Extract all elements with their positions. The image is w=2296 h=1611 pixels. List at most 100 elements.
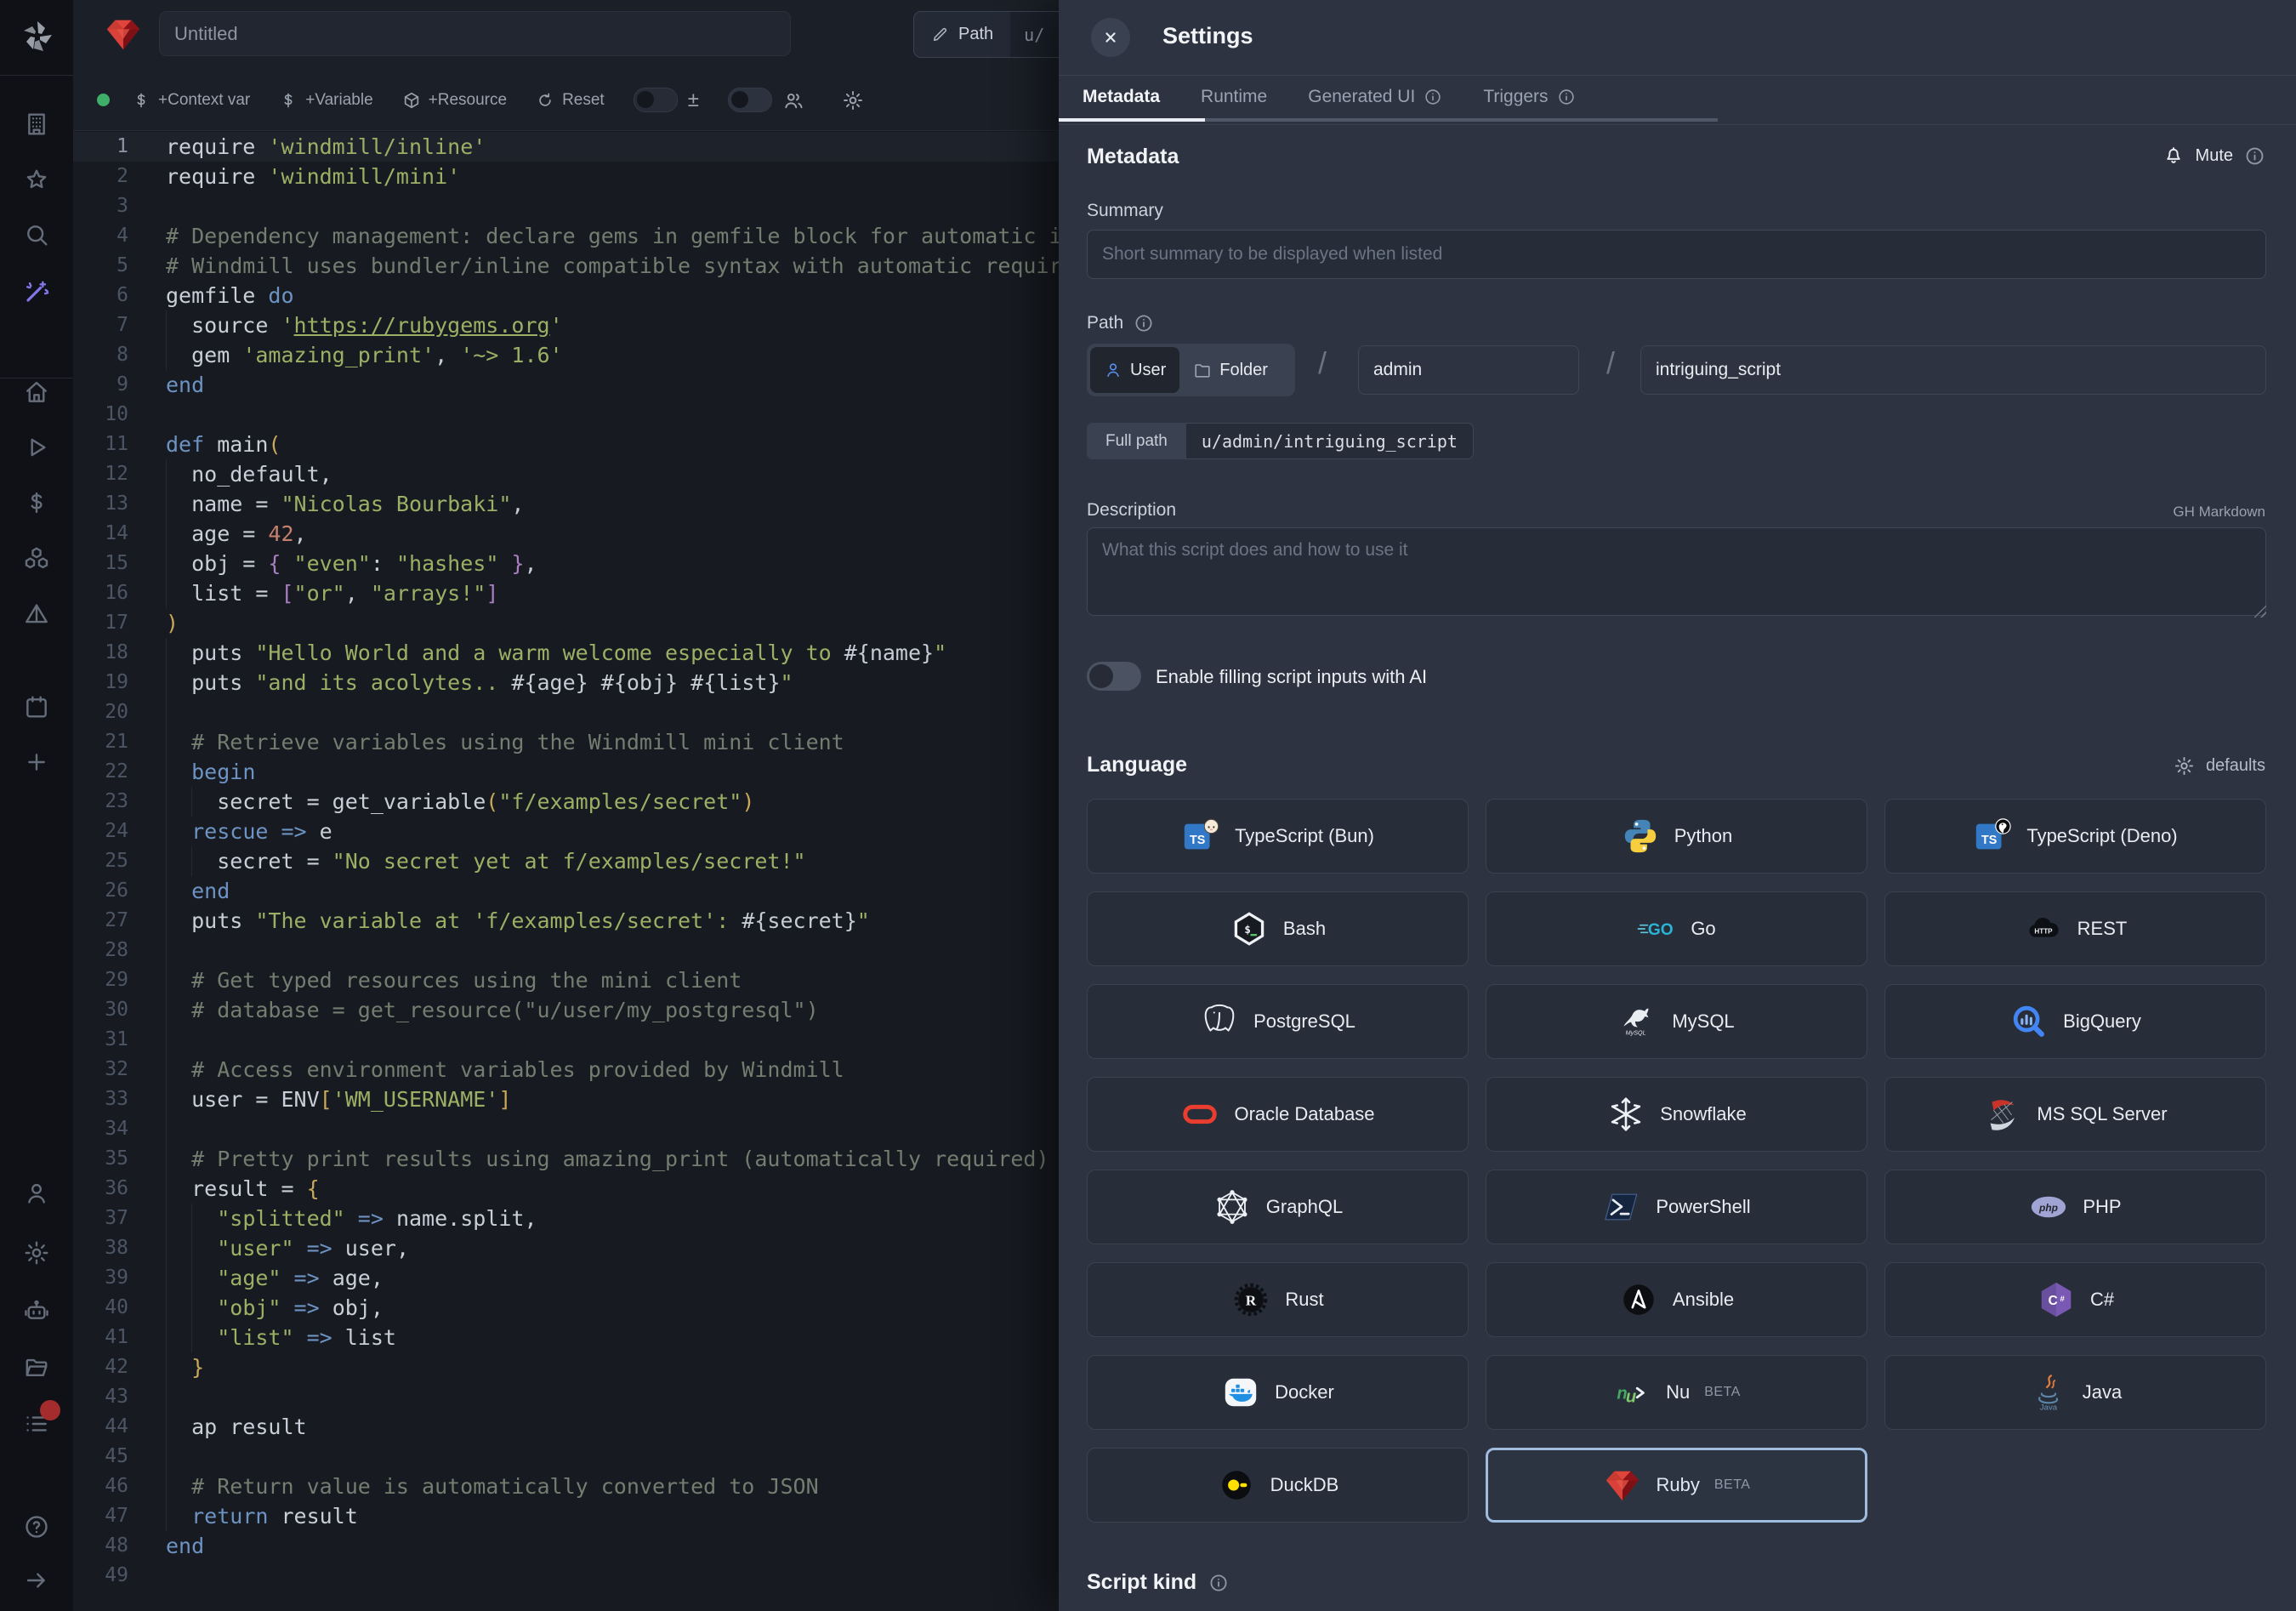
language-duckdb[interactable]: DuckDB [1087,1448,1469,1523]
mute-button[interactable]: Mute [2162,145,2265,167]
code-line-44[interactable]: 44 ap result [73,1412,1059,1442]
code-line-36[interactable]: 36 result = { [73,1174,1059,1204]
audit-logs-icon[interactable] [23,1410,50,1437]
editor-settings-gear-icon[interactable] [842,89,864,111]
code-line-23[interactable]: 23 secret = get_variable("f/examples/sec… [73,787,1059,817]
path-owner-input[interactable] [1358,345,1579,395]
code-line-22[interactable]: 22 begin [73,757,1059,787]
add-variable-button[interactable]: +Variable [279,91,372,110]
close-settings-button[interactable] [1091,18,1130,57]
code-line-6[interactable]: 6gemfile do [73,281,1059,310]
code-line-49[interactable]: 49 [73,1561,1059,1591]
reset-button[interactable]: Reset [536,91,605,110]
add-resource-button[interactable]: +Resource [402,91,507,110]
language-nu[interactable]: nuNuBETA [1486,1355,1867,1430]
code-line-17[interactable]: 17) [73,608,1059,638]
code-line-40[interactable]: 40 "obj" => obj, [73,1293,1059,1323]
code-line-45[interactable]: 45 [73,1442,1059,1472]
user-account-icon[interactable] [23,1180,50,1207]
code-line-8[interactable]: 8 gem 'amazing_print', '~> 1.6' [73,340,1059,370]
add-context-var-button[interactable]: +Context var [132,91,250,110]
language-ansible[interactable]: Ansible [1486,1262,1867,1337]
tab-generated-ui[interactable]: Generated UI [1308,87,1442,107]
code-line-15[interactable]: 15 obj = { "even": "hashes" }, [73,549,1059,578]
language-rest[interactable]: HTTPREST [1884,891,2266,966]
workspace-settings-gear-icon[interactable] [23,1239,50,1267]
tab-metadata[interactable]: Metadata [1083,87,1160,107]
description-textarea[interactable] [1087,527,2266,616]
language-mysql[interactable]: MySQLMySQL [1486,984,1867,1059]
calendar-icon[interactable] [23,693,50,720]
code-line-38[interactable]: 38 "user" => user, [73,1233,1059,1263]
code-line-28[interactable]: 28 [73,936,1059,965]
code-editor[interactable]: 1require 'windmill/inline'2require 'wind… [73,132,1059,1611]
code-line-39[interactable]: 39 "age" => age, [73,1263,1059,1293]
code-line-2[interactable]: 2require 'windmill/mini' [73,162,1059,191]
language-typescript-deno[interactable]: TSTypeScript (Deno) [1884,799,2266,874]
code-line-37[interactable]: 37 "splitted" => name.split, [73,1204,1059,1233]
language-docker[interactable]: Docker [1087,1355,1469,1430]
language-c[interactable]: C#C# [1884,1262,2266,1337]
language-defaults-button[interactable]: defaults [2174,755,2265,777]
code-line-20[interactable]: 20 [73,697,1059,727]
language-oracle-database[interactable]: Oracle Database [1087,1077,1469,1152]
owner-kind-user-option[interactable]: User [1090,347,1179,393]
path-chip-button[interactable]: Path u/ [913,11,1059,58]
language-graphql[interactable]: GraphQL [1087,1170,1469,1244]
resources-cubes-icon[interactable] [23,545,50,572]
code-line-5[interactable]: 5# Windmill uses bundler/inline compatib… [73,251,1059,281]
code-line-16[interactable]: 16 list = ["or", "arrays!"] [73,578,1059,608]
code-line-21[interactable]: 21 # Retrieve variables using the Windmi… [73,727,1059,757]
help-icon[interactable] [23,1513,50,1540]
tab-triggers[interactable]: Triggers [1483,87,1575,107]
code-line-11[interactable]: 11def main( [73,430,1059,459]
code-line-48[interactable]: 48end [73,1531,1059,1561]
home-icon[interactable] [23,379,50,406]
code-line-34[interactable]: 34 [73,1114,1059,1144]
code-line-10[interactable]: 10 [73,400,1059,430]
language-rust[interactable]: RRust [1087,1262,1469,1337]
language-snowflake[interactable]: Snowflake [1486,1077,1867,1152]
language-go[interactable]: GOGo [1486,891,1867,966]
code-line-18[interactable]: 18 puts "Hello World and a warm welcome … [73,638,1059,668]
tab-runtime[interactable]: Runtime [1201,87,1267,107]
schedules-pyramid-icon[interactable] [23,601,50,628]
language-php[interactable]: phpPHP [1884,1170,2266,1244]
code-line-26[interactable]: 26 end [73,876,1059,906]
code-line-33[interactable]: 33 user = ENV['WM_USERNAME'] [73,1084,1059,1114]
path-name-input[interactable] [1640,345,2266,395]
script-summary-input[interactable] [159,11,791,56]
code-line-47[interactable]: 47 return result [73,1501,1059,1531]
variables-dollar-icon[interactable] [23,489,50,516]
ai-inputs-toggle[interactable] [1087,662,1141,691]
search-icon[interactable] [23,221,50,248]
code-line-14[interactable]: 14 age = 42, [73,519,1059,549]
windmill-logo[interactable] [17,15,58,56]
language-bigquery[interactable]: BigQuery [1884,984,2266,1059]
language-ms-sql-server[interactable]: MS SQL Server [1884,1077,2266,1152]
code-line-19[interactable]: 19 puts "and its acolytes.. #{age} #{obj… [73,668,1059,697]
code-line-46[interactable]: 46 # Return value is automatically conve… [73,1472,1059,1501]
collapse-sidebar-arrow-icon[interactable] [23,1567,50,1594]
workspace-building-icon[interactable] [23,111,50,138]
code-line-13[interactable]: 13 name = "Nicolas Bourbaki", [73,489,1059,519]
language-python[interactable]: Python [1486,799,1867,874]
workers-robot-icon[interactable] [23,1297,50,1324]
code-line-9[interactable]: 9end [73,370,1059,400]
code-line-1[interactable]: 1require 'windmill/inline' [73,132,1059,162]
code-line-31[interactable]: 31 [73,1025,1059,1055]
code-line-4[interactable]: 4# Dependency management: declare gems i… [73,221,1059,251]
code-line-27[interactable]: 27 puts "The variable at 'f/examples/sec… [73,906,1059,936]
runs-play-icon[interactable] [23,434,50,461]
code-line-24[interactable]: 24 rescue => e [73,817,1059,846]
code-line-30[interactable]: 30 # database = get_resource("u/user/my_… [73,995,1059,1025]
code-line-41[interactable]: 41 "list" => list [73,1323,1059,1352]
create-plus-icon[interactable] [23,749,50,776]
language-powershell[interactable]: PowerShell [1486,1170,1867,1244]
code-line-35[interactable]: 35 # Pretty print results using amazing_… [73,1144,1059,1174]
code-line-29[interactable]: 29 # Get typed resources using the mini … [73,965,1059,995]
code-line-12[interactable]: 12 no_default, [73,459,1059,489]
owner-kind-folder-option[interactable]: Folder [1179,347,1282,393]
favorites-star-icon[interactable] [23,167,50,194]
code-line-25[interactable]: 25 secret = "No secret yet at f/examples… [73,846,1059,876]
